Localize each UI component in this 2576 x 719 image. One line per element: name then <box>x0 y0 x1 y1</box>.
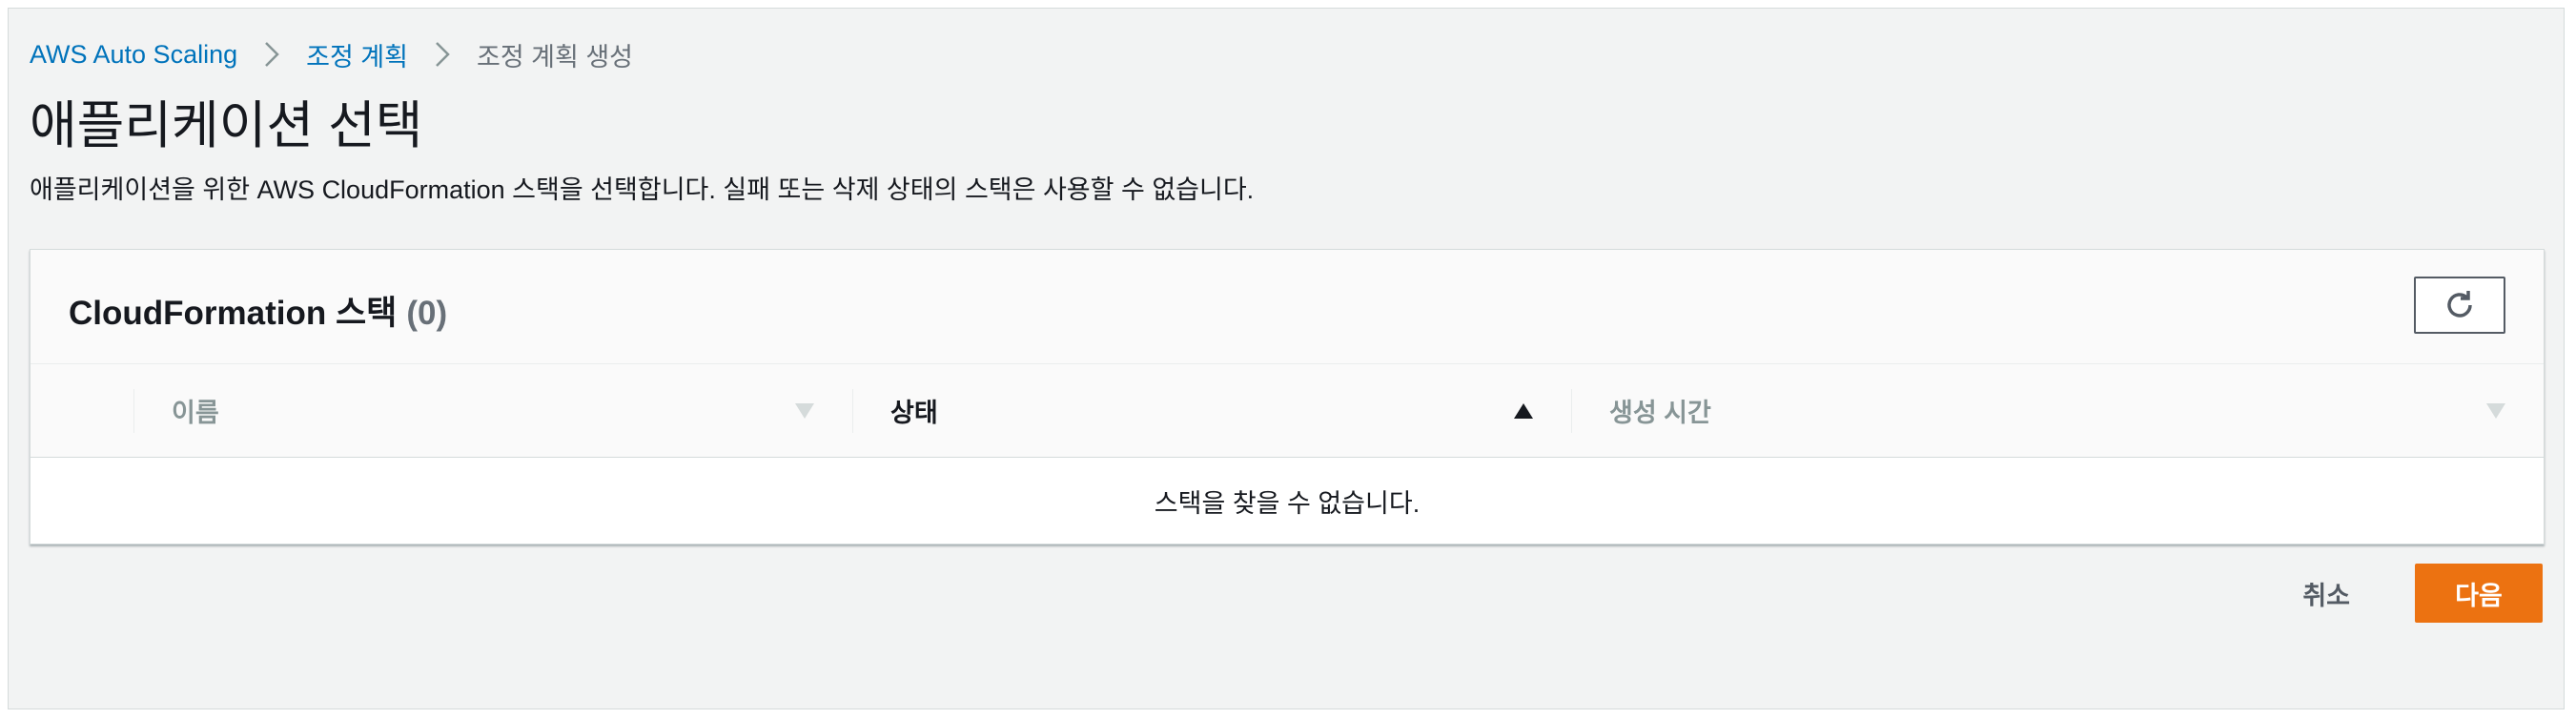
page-container: AWS Auto Scaling 조정 계획 조정 계획 생성 애플리케이션 선… <box>8 8 2565 709</box>
selection-column-header <box>31 364 133 457</box>
sort-down-icon <box>795 402 814 419</box>
panel-title: CloudFormation 스택 (0) <box>69 286 447 335</box>
chevron-right-icon <box>237 35 306 73</box>
column-header-label: 생성 시간 <box>1609 399 1711 427</box>
refresh-button[interactable] <box>2414 277 2505 334</box>
table-header: 이름 상태 생성 시간 <box>31 364 2544 458</box>
stacks-table-panel: CloudFormation 스택 (0) 이름 상태 생성 시간 스택을 찾을… <box>30 249 2545 544</box>
page-title: 애플리케이션 선택 <box>30 97 423 154</box>
form-actions: 취소 다음 <box>2264 564 2543 623</box>
sort-up-icon <box>1514 402 1533 419</box>
sort-down-icon <box>2486 402 2505 419</box>
column-header-name[interactable]: 이름 <box>133 364 852 457</box>
column-header-label: 상태 <box>890 399 938 427</box>
breadcrumb: AWS Auto Scaling 조정 계획 조정 계획 생성 <box>30 35 633 73</box>
chevron-right-icon <box>408 35 477 73</box>
empty-state-message: 스택을 찾을 수 없습니다. <box>1154 488 1421 518</box>
next-button[interactable]: 다음 <box>2415 564 2543 623</box>
column-header-created-time[interactable]: 생성 시간 <box>1571 364 2544 457</box>
breadcrumb-aws-auto-scaling[interactable]: AWS Auto Scaling <box>30 40 237 70</box>
refresh-icon <box>2447 291 2472 318</box>
breadcrumb-scaling-plans[interactable]: 조정 계획 <box>306 36 408 73</box>
column-header-status[interactable]: 상태 <box>852 364 1571 457</box>
panel-title-text: CloudFormation 스택 <box>69 295 398 332</box>
stack-count: (0) <box>406 295 448 332</box>
cancel-button[interactable]: 취소 <box>2264 564 2388 623</box>
panel-header: CloudFormation 스택 (0) <box>31 250 2544 364</box>
page-description: 애플리케이션을 위한 AWS CloudFormation 스택을 선택합니다.… <box>30 175 1255 204</box>
breadcrumb-current: 조정 계획 생성 <box>476 42 634 72</box>
column-header-label: 이름 <box>172 399 219 427</box>
